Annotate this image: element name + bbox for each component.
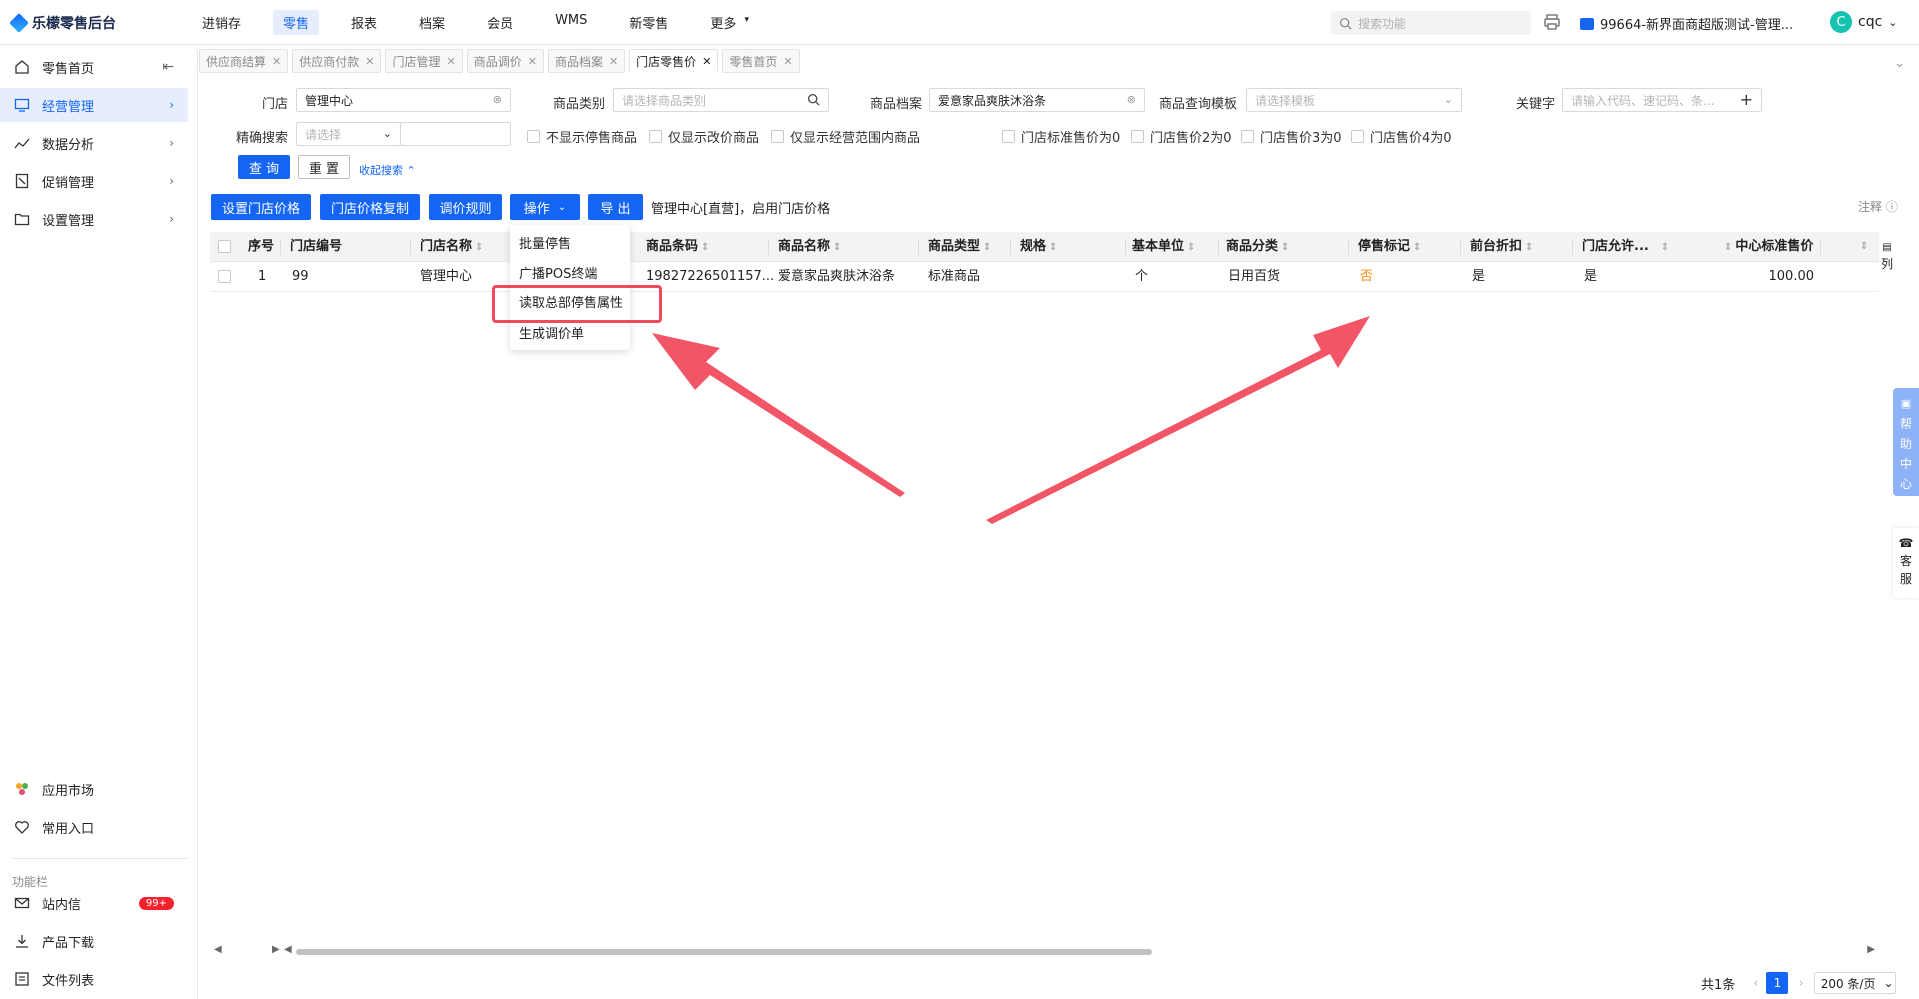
vertical-char: 心 xyxy=(1899,477,1912,491)
page-size-value: 200 条/页 xyxy=(1820,976,1876,991)
customer-service-label: 客服 xyxy=(1900,552,1912,588)
scroll-right-icon[interactable]: ▶ xyxy=(272,944,280,955)
chevron-down-icon: ⌄ xyxy=(1883,976,1894,990)
total-count: 共1条 xyxy=(1701,977,1736,993)
horizontal-scrollbar[interactable]: ◀ ▶ ◀ ▶ xyxy=(210,944,1879,958)
vertical-char: 助 xyxy=(1899,437,1912,451)
scroll-left-icon[interactable]: ◀ xyxy=(284,944,292,955)
customer-service-tab[interactable]: ☎ 客服 xyxy=(1893,528,1919,598)
scrollbar-thumb[interactable] xyxy=(296,949,1152,955)
help-center-tab[interactable]: ▣ 帮助中心 xyxy=(1893,388,1919,496)
annotation-arrow-right xyxy=(986,316,1370,524)
scroll-right-icon[interactable]: ▶ xyxy=(1867,944,1875,955)
help-center-label: 帮助中心 xyxy=(1900,414,1912,494)
vertical-char: 中 xyxy=(1899,457,1912,471)
annotation-arrow-left xyxy=(652,333,905,497)
vertical-char: 服 xyxy=(1899,572,1912,586)
page-size-select[interactable]: 200 条/页 ⌄ xyxy=(1813,972,1896,994)
page-number-current[interactable]: 1 xyxy=(1766,972,1789,994)
headset-icon: ☎ xyxy=(1898,536,1914,550)
prev-page-icon[interactable]: ‹ xyxy=(1753,976,1758,991)
vertical-char: 帮 xyxy=(1899,417,1912,431)
chat-icon: ▣ xyxy=(1900,397,1912,410)
scroll-left-icon[interactable]: ◀ xyxy=(214,944,222,955)
next-page-icon[interactable]: › xyxy=(1798,976,1803,991)
pagination: 共1条 ‹ 1 › 200 条/页 ⌄ xyxy=(1701,972,1896,994)
annotation-arrows xyxy=(652,316,1370,524)
vertical-char: 客 xyxy=(1899,554,1912,568)
